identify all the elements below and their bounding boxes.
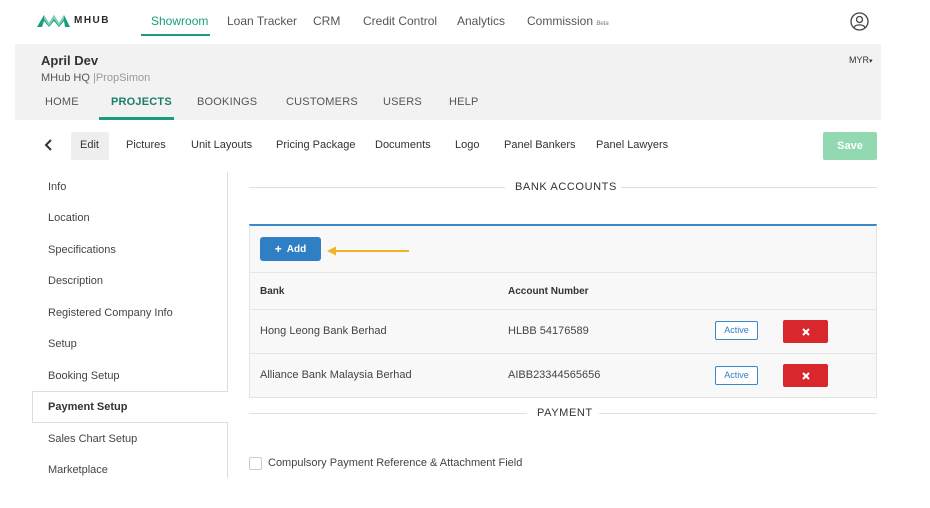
save-button[interactable]: Save	[823, 132, 877, 160]
tab-customers[interactable]: CUSTOMERS	[286, 96, 358, 108]
section-divider-right	[621, 187, 877, 188]
plus-icon: +	[274, 242, 282, 256]
section-divider-left	[249, 413, 527, 414]
sidebar-item-info[interactable]: Info	[48, 181, 66, 193]
table-divider	[250, 272, 876, 273]
tab-projects[interactable]: PROJECTS	[111, 96, 172, 108]
chevron-left-icon[interactable]	[44, 138, 54, 155]
nav-credit-control[interactable]: Credit Control	[363, 14, 437, 28]
nav-showroom[interactable]: Showroom	[151, 14, 208, 28]
subtab-pricing-package[interactable]: Pricing Package	[276, 139, 356, 151]
tab-bookings[interactable]: BOOKINGS	[197, 96, 257, 108]
nav-active-indicator	[141, 34, 210, 36]
subtab-pictures[interactable]: Pictures	[126, 139, 166, 151]
caret-down-icon: ▾	[869, 58, 873, 65]
sidebar-item-description[interactable]: Description	[48, 275, 103, 287]
compulsory-payment-checkbox[interactable]	[249, 457, 262, 470]
sidebar-item-setup[interactable]: Setup	[48, 338, 77, 350]
sidebar-item-specifications[interactable]: Specifications	[48, 244, 116, 256]
tab-users[interactable]: USERS	[383, 96, 422, 108]
nav-commission[interactable]: Commission Beta	[527, 14, 609, 28]
mhub-logo-icon	[37, 15, 70, 27]
beta-badge: Beta	[596, 21, 609, 27]
top-navbar: MHUB Showroom Loan Tracker CRM Credit Co…	[0, 0, 930, 43]
project-subtitle: MHub HQ |PropSimon	[41, 72, 150, 84]
subtab-panel-bankers[interactable]: Panel Bankers	[504, 139, 576, 151]
sidebar-item-sales-chart-setup[interactable]: Sales Chart Setup	[48, 433, 137, 445]
section-divider-right	[599, 413, 877, 414]
subtab-logo[interactable]: Logo	[455, 139, 479, 151]
subtab-documents[interactable]: Documents	[375, 139, 431, 151]
sidebar-item-payment-setup[interactable]: Payment Setup	[48, 401, 127, 413]
bank-accounts-title: BANK ACCOUNTS	[515, 181, 617, 193]
sidebar-item-location[interactable]: Location	[48, 212, 90, 224]
subtab-panel-lawyers[interactable]: Panel Lawyers	[596, 139, 668, 151]
add-bank-button[interactable]: + Add	[260, 237, 321, 261]
sidebar-item-registered-company-info[interactable]: Registered Company Info	[48, 307, 173, 319]
project-user: PropSimon	[95, 72, 151, 84]
compulsory-payment-label[interactable]: Compulsory Payment Reference & Attachmen…	[268, 457, 522, 469]
table-divider	[250, 353, 876, 354]
nav-analytics[interactable]: Analytics	[457, 14, 505, 28]
column-header-bank: Bank	[260, 286, 285, 297]
section-divider-left	[249, 187, 505, 188]
project-name: April Dev	[41, 53, 99, 68]
annotation-arrow-icon	[327, 246, 409, 256]
tab-active-indicator	[99, 117, 174, 120]
delete-bank-button[interactable]	[783, 364, 828, 387]
table-cell-bank: Hong Leong Bank Berhad	[260, 325, 387, 337]
close-icon	[801, 368, 810, 383]
sidebar-divider-top	[227, 172, 228, 391]
brand-name: MHUB	[74, 14, 110, 26]
brand-logo[interactable]: MHUB	[37, 13, 110, 27]
currency-value: MYR	[849, 55, 869, 65]
sidebar-item-booking-setup[interactable]: Booking Setup	[48, 370, 120, 382]
delete-bank-button[interactable]	[783, 320, 828, 343]
table-cell-account: HLBB 54176589	[508, 325, 589, 337]
status-badge[interactable]: Active	[715, 366, 758, 385]
sidebar-divider-bottom	[227, 423, 228, 478]
table-cell-account: AIBB23344565656	[508, 369, 601, 381]
table-divider	[250, 309, 876, 310]
subtab-edit[interactable]: Edit	[80, 139, 99, 151]
payment-title: PAYMENT	[537, 407, 593, 419]
tab-help[interactable]: HELP	[449, 96, 479, 108]
nav-crm[interactable]: CRM	[313, 14, 340, 28]
tab-home[interactable]: HOME	[45, 96, 79, 108]
add-bank-label: Add	[286, 243, 307, 255]
status-badge[interactable]: Active	[715, 321, 758, 340]
table-cell-bank: Alliance Bank Malaysia Berhad	[260, 369, 412, 381]
project-header: April Dev MHub HQ |PropSimon MYR▾ HOME P…	[15, 44, 881, 120]
currency-dropdown[interactable]: MYR▾	[849, 55, 873, 65]
project-org: MHub HQ	[41, 72, 90, 84]
nav-commission-label: Commission	[527, 14, 594, 28]
user-circle-icon[interactable]	[850, 12, 869, 34]
column-header-account-number: Account Number	[508, 286, 589, 297]
close-icon	[801, 324, 810, 339]
nav-loan-tracker[interactable]: Loan Tracker	[227, 14, 297, 28]
subtab-unit-layouts[interactable]: Unit Layouts	[191, 139, 252, 151]
sidebar-item-marketplace[interactable]: Marketplace	[48, 464, 108, 476]
